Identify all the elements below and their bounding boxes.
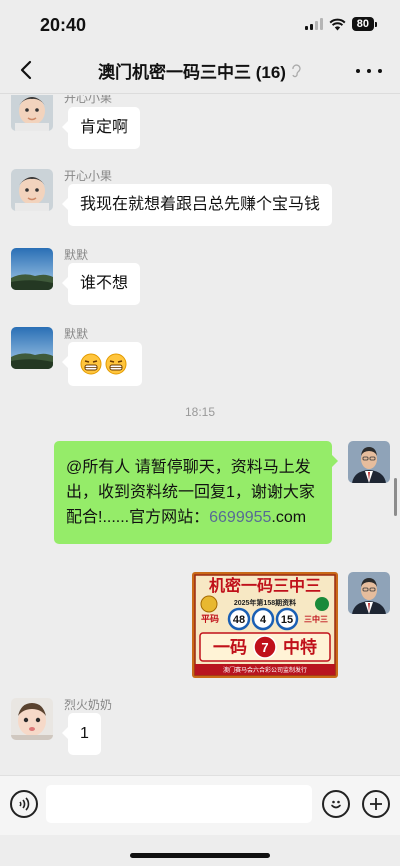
avatar[interactable] (11, 327, 53, 369)
avatar[interactable] (11, 248, 53, 290)
message-bubble[interactable]: 谁不想 (61, 263, 141, 305)
signal-icon (304, 18, 323, 30)
battery-indicator: 80 (351, 17, 378, 31)
wifi-icon (329, 18, 346, 30)
emoji-picker-button[interactable] (322, 790, 350, 818)
plus-icon (370, 798, 382, 810)
more-options-button[interactable] (356, 59, 382, 83)
avatar[interactable] (348, 572, 390, 614)
message-bubble[interactable]: 1 (62, 713, 101, 755)
avatar[interactable] (11, 95, 53, 131)
promo-subtitle: 2025年第158期资料 (234, 598, 296, 607)
promo-bottom-right: 中特 (283, 637, 317, 657)
chat-header: 澳门机密一码三中三 (16) (0, 48, 400, 94)
mute-ear-icon (292, 63, 301, 77)
promo-right-label: 三中三 (304, 614, 328, 624)
smiley-icon (331, 800, 341, 809)
message-text-suffix: .com (271, 509, 307, 526)
avatar[interactable] (348, 441, 390, 483)
promo-number-3: 15 (281, 614, 293, 626)
message-bubble[interactable]: 我现在就想着跟吕总先赚个宝马钱 (61, 184, 333, 226)
promo-bottom-number: 7 (261, 640, 268, 655)
chat-title: 澳门机密一码三中三 (16) (98, 63, 286, 82)
promo-number-2: 4 (260, 614, 267, 626)
avatar[interactable] (11, 169, 53, 211)
message-bubble[interactable]: @所有人 请暂停聊天，资料马上发出，收到资料统一回复1，谢谢大家配合!.....… (54, 441, 338, 544)
status-icons: 80 (304, 17, 378, 31)
avatar[interactable] (11, 698, 53, 740)
chat-title-group: 澳门机密一码三中三 (16) (98, 58, 302, 83)
promo-image[interactable]: 机密一码三中三 2025年第158期资料 平码 48 4 15 三中三 一码 7… (192, 572, 338, 678)
promo-title: 机密一码三中三 (209, 576, 321, 595)
sender-name: 默默 (64, 327, 89, 341)
more-actions-button[interactable] (362, 790, 390, 818)
chevron-left-icon (20, 60, 32, 80)
promo-bottom-left: 一码 (213, 638, 247, 657)
message-bubble[interactable] (62, 342, 142, 386)
voice-icon (19, 797, 30, 811)
home-indicator[interactable] (130, 853, 270, 858)
status-bar: 20:40 80 (0, 0, 400, 48)
promo-left-label: 平码 (201, 614, 219, 624)
message-timestamp: 18:15 (184, 405, 216, 419)
scrollbar-thumb[interactable] (394, 478, 397, 516)
message-input[interactable] (46, 785, 312, 823)
sender-name: 默默 (64, 248, 89, 262)
input-bar (0, 775, 400, 835)
sender-name: 烈火奶奶 (64, 698, 113, 712)
grin-emoji-icon (105, 353, 127, 375)
website-link[interactable]: 6699955 (209, 509, 271, 526)
back-button[interactable] (14, 58, 38, 82)
promo-number-1: 48 (233, 614, 245, 626)
sender-name: 开心小果 (64, 95, 113, 105)
voice-input-button[interactable] (10, 790, 38, 818)
promo-footer: 澳门赛马会六合彩公司监制发行 (223, 666, 307, 674)
grin-emoji-icon (80, 353, 102, 375)
chat-messages[interactable]: 开心小果 肯定啊 开心小果 我现在就想着跟吕总先赚个宝马钱 默默 谁不想 默默 … (0, 95, 400, 775)
sender-name: 开心小果 (64, 169, 113, 183)
message-bubble[interactable]: 肯定啊 (61, 107, 141, 149)
status-time: 20:40 (40, 15, 87, 35)
